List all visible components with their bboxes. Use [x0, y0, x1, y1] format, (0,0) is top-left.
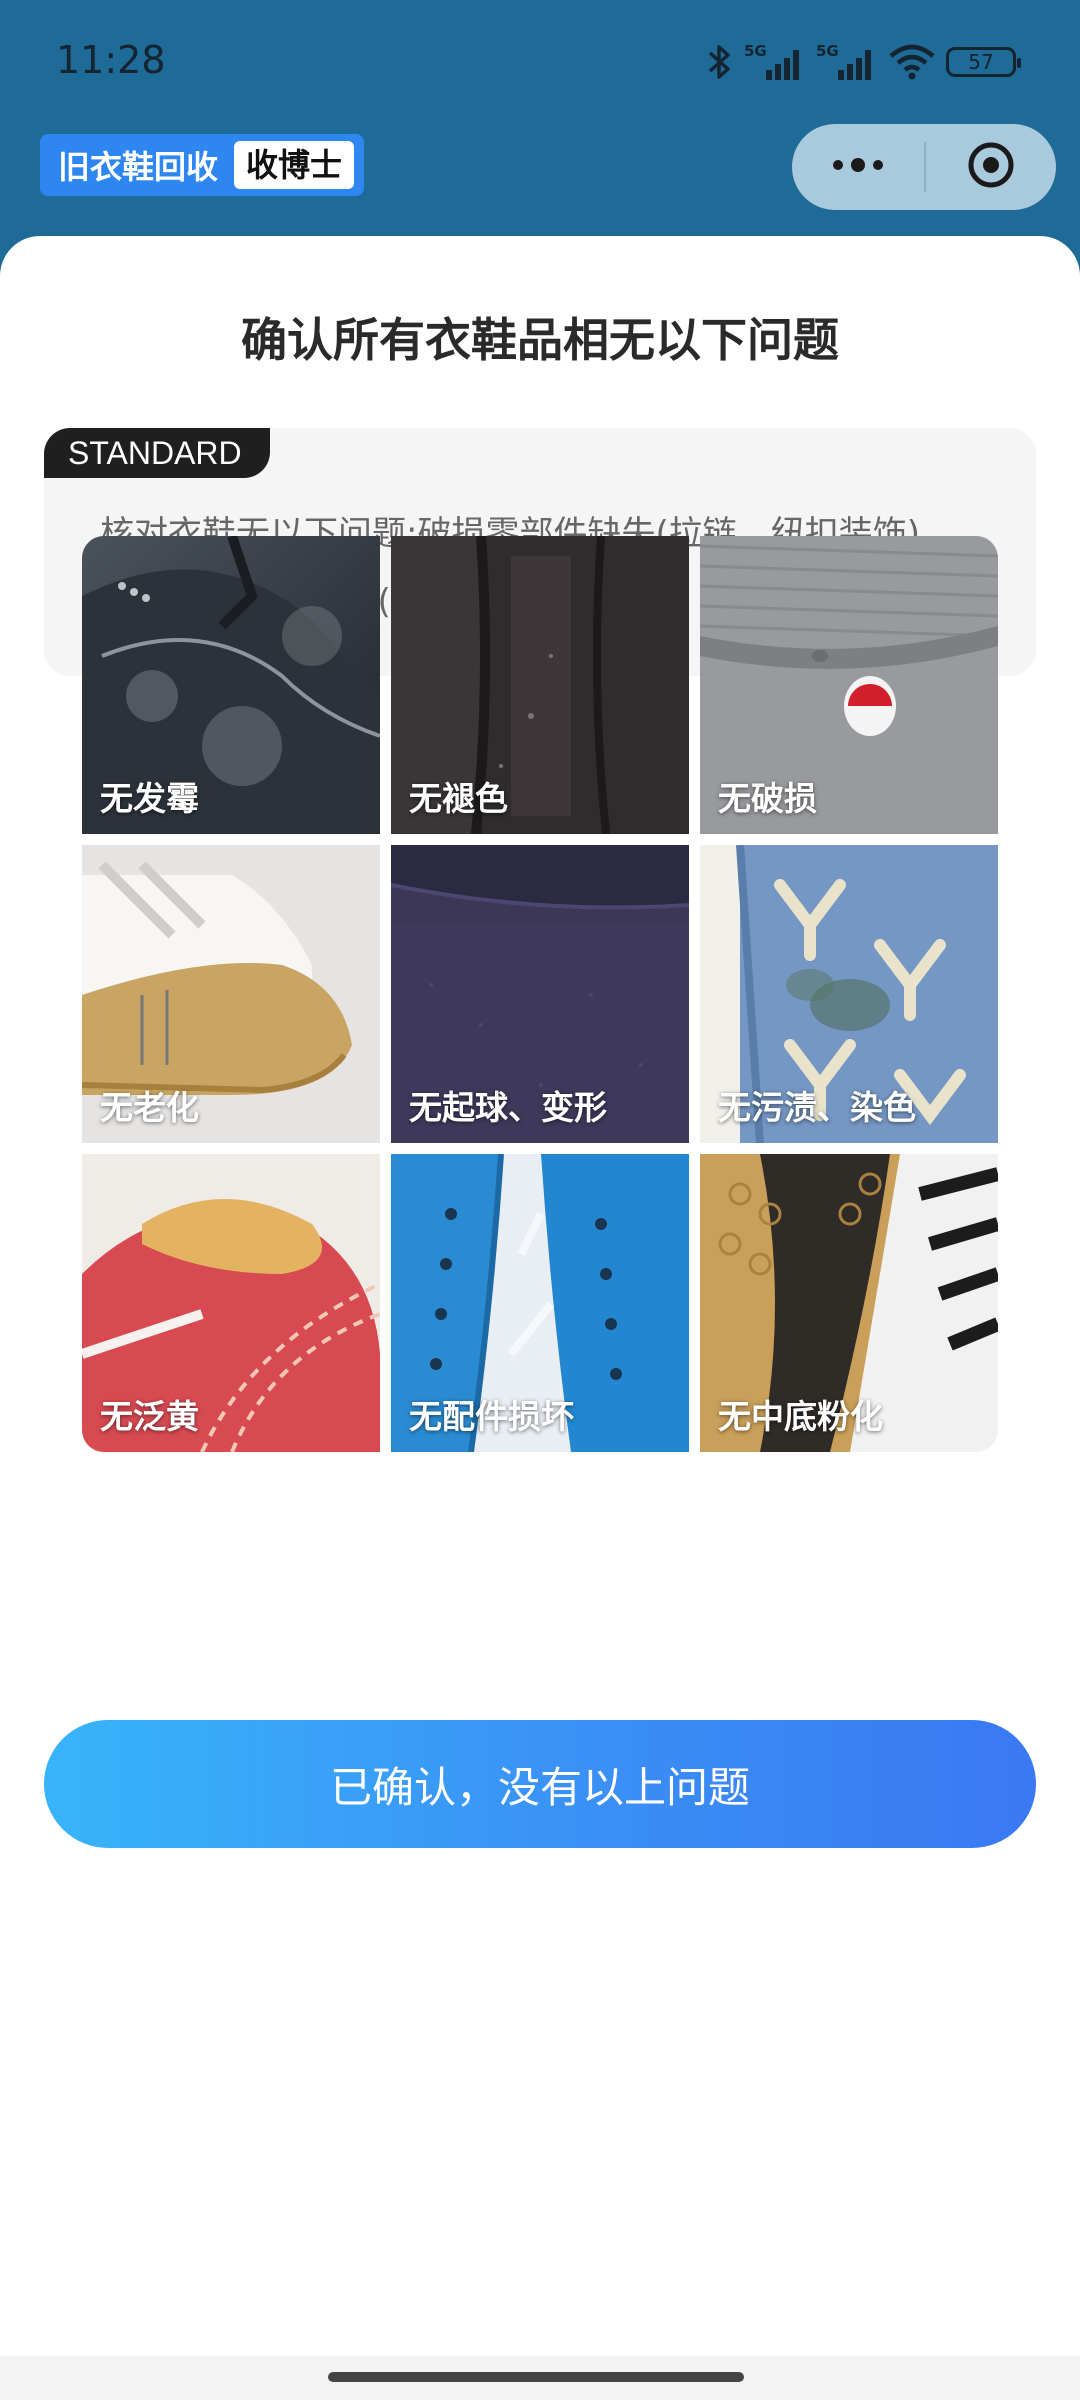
svg-text:5G: 5G [816, 42, 839, 60]
close-target-icon [966, 140, 1016, 194]
tile-label: 无污渍、染色 [718, 1088, 916, 1127]
close-button[interactable] [926, 124, 1056, 210]
signal-5g-icon: 5G [816, 42, 878, 82]
tile-label: 无配件损坏 [409, 1397, 574, 1436]
home-bar [0, 2356, 1080, 2400]
mini-program-capsule [792, 124, 1056, 210]
defect-example-grid: 无发霉 无褪色 无破损 无老化 无起球、变形 无污渍、染色 无泛黄 无配件损坏 … [82, 536, 998, 1452]
more-dots-icon [830, 155, 886, 179]
confirm-button[interactable]: 已确认，没有以上问题 [44, 1720, 1036, 1848]
tile-label: 无起球、变形 [409, 1088, 607, 1127]
status-icons: 5G 5G 57 [706, 40, 1021, 84]
tile-label: 无中底粉化 [718, 1397, 883, 1436]
home-indicator[interactable] [328, 2372, 744, 2382]
battery-icon: 57 [946, 47, 1021, 77]
grid-tile: 无起球、变形 [391, 845, 689, 1143]
brand-tag: 收博士 [234, 141, 355, 189]
tile-label: 无发霉 [100, 779, 199, 818]
grid-tile: 无污渍、染色 [700, 845, 998, 1143]
status-bar: 11:28 5G 5G 57 [0, 0, 1080, 120]
bluetooth-icon [706, 43, 734, 81]
tile-label: 无老化 [100, 1088, 199, 1127]
brand-name: 旧衣鞋回收 [58, 148, 219, 186]
grid-tile: 无老化 [82, 845, 380, 1143]
tile-label: 无褪色 [409, 779, 508, 818]
grid-tile: 无褪色 [391, 536, 689, 834]
tile-label: 无泛黄 [100, 1397, 199, 1436]
grid-tile: 无配件损坏 [391, 1154, 689, 1452]
svg-text:5G: 5G [744, 42, 767, 60]
sheet-title: 确认所有衣鞋品相无以下问题 [241, 313, 839, 367]
wifi-icon [888, 43, 936, 81]
grid-tile: 无泛黄 [82, 1154, 380, 1452]
standard-badge: STANDARD [44, 428, 270, 478]
grid-tile: 无破损 [700, 536, 998, 834]
grid-tile: 无中底粉化 [700, 1154, 998, 1452]
battery-level: 57 [968, 50, 994, 74]
brand-logo: 旧衣鞋回收 收博士 [40, 134, 365, 196]
grid-tile: 无发霉 [82, 536, 380, 834]
more-button[interactable] [792, 124, 924, 210]
signal-5g-icon: 5G [744, 42, 806, 82]
status-time: 11:28 [56, 38, 166, 82]
tile-label: 无破损 [718, 779, 817, 818]
